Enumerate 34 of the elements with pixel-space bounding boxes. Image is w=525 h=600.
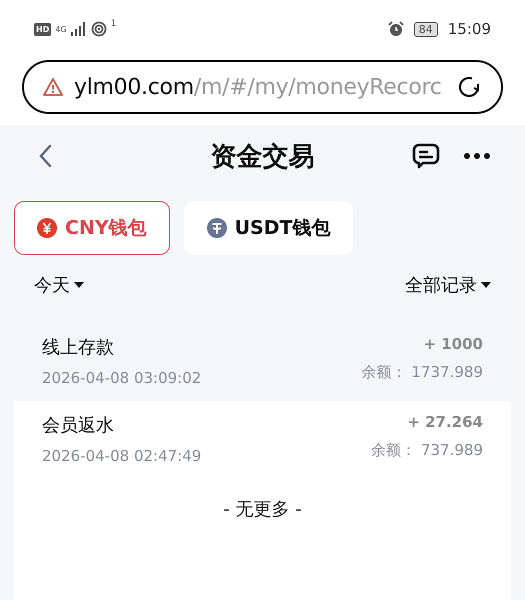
signal-icon: [70, 22, 87, 36]
wallet-tab[interactable]: USDT钱包: [184, 201, 354, 255]
url-text: ylm00.com/m/#/my/moneyRecorc: [74, 74, 443, 100]
hd-badge: HD: [34, 22, 52, 36]
balance-label: 余额：: [371, 441, 416, 459]
end-of-list-note: - 无更多 -: [222, 498, 303, 521]
wallet-tab[interactable]: CNY钱包: [14, 201, 170, 255]
record-time: 2026-04-08 02:47:49: [42, 447, 202, 465]
chat-icon[interactable]: [411, 142, 441, 170]
yuan-coin-icon: [37, 218, 57, 238]
caret-icon: [481, 282, 491, 288]
caret-icon: [74, 282, 84, 288]
clock-time: 15:09: [448, 20, 491, 38]
network-label: 4G: [55, 24, 67, 34]
battery-indicator: 84: [414, 22, 438, 36]
back-icon[interactable]: [38, 144, 52, 168]
page-title: 资金交易: [210, 140, 314, 174]
record-amount: + 27.264: [407, 413, 483, 431]
record-title: 会员返水: [42, 414, 115, 437]
hotspot-icon: [90, 21, 107, 37]
warning-icon: [42, 77, 64, 97]
more-icon[interactable]: [463, 152, 491, 160]
date-filter[interactable]: 今天: [34, 273, 84, 297]
record-time: 2026-04-08 03:09:02: [42, 369, 202, 387]
record-title: 线上存款: [42, 336, 115, 359]
balance-label: 余额：: [362, 363, 407, 381]
balance-value: 737.989: [420, 441, 483, 459]
tether-coin-icon: [206, 218, 227, 238]
hotspot-count: 1: [110, 19, 116, 29]
alarm-icon: [388, 21, 404, 37]
address-bar[interactable]: ylm00.com/m/#/my/moneyRecorc: [22, 60, 503, 114]
record-amount: + 1000: [423, 335, 483, 353]
type-filter[interactable]: 全部记录: [405, 273, 491, 297]
balance-value: 1737.989: [411, 363, 483, 381]
